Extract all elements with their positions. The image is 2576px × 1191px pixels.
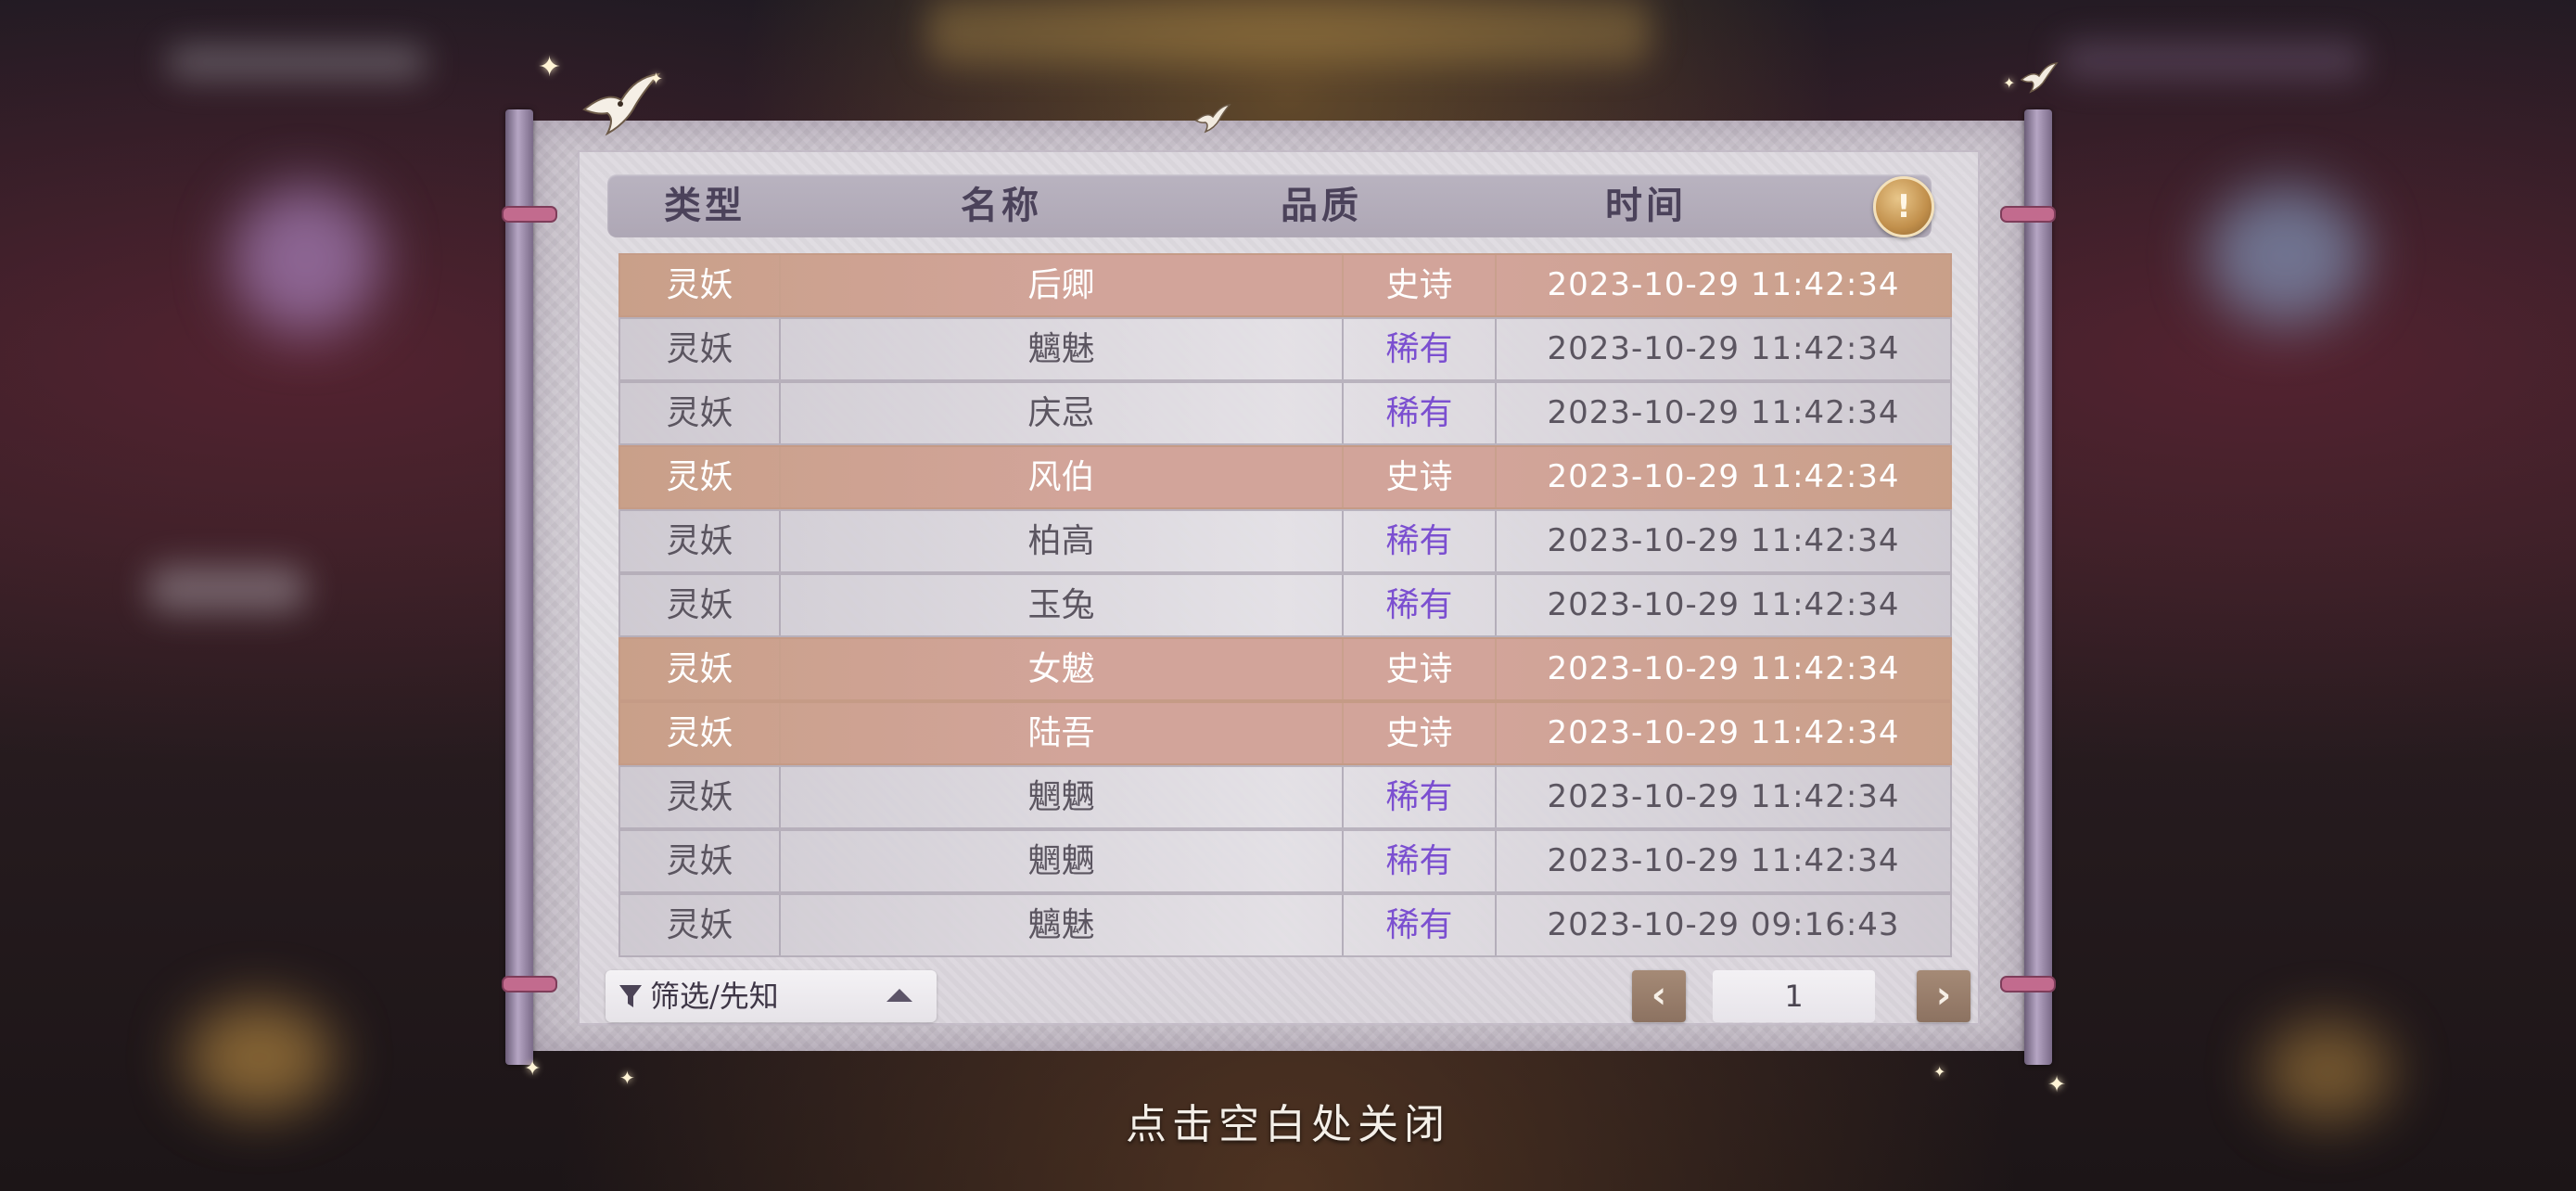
cell-name: 庆忌 — [781, 383, 1344, 443]
table-row: 灵妖 柏高 稀有 2023-10-29 11:42:34 — [618, 509, 1952, 573]
chevron-right-icon: › — [1935, 974, 1952, 1017]
table-row: 灵妖 魍魉 稀有 2023-10-29 11:42:34 — [618, 829, 1952, 893]
sparkle-icon: ✦ — [538, 51, 562, 83]
sparkle-icon: ✦ — [619, 1067, 635, 1089]
cell-type: 灵妖 — [620, 767, 781, 827]
cell-quality: 稀有 — [1344, 319, 1497, 379]
swallow-icon-right — [2020, 62, 2059, 94]
swallow-icon-small — [1194, 104, 1231, 134]
background-bar-top-right — [2059, 42, 2365, 79]
cell-quality: 史诗 — [1344, 255, 1497, 315]
cell-name: 柏高 — [781, 511, 1344, 571]
scroll-rod-right — [2024, 109, 2052, 1065]
cell-type: 灵妖 — [620, 511, 781, 571]
close-hint[interactable]: 点击空白处关闭 — [0, 1091, 2576, 1150]
next-page-button[interactable]: › — [1917, 970, 1970, 1022]
lightbulb-icon[interactable]: ! — [1873, 176, 1934, 237]
cell-name: 风伯 — [781, 447, 1344, 507]
cell-quality: 稀有 — [1344, 575, 1497, 635]
table-row: 灵妖 后卿 史诗 2023-10-29 11:42:34 — [618, 253, 1952, 317]
cell-name: 魑魅 — [781, 319, 1344, 379]
filter-label: 筛选/先知 — [650, 979, 779, 1014]
cell-quality: 史诗 — [1344, 639, 1497, 699]
table-header: 类型 名称 品质 时间 ! — [607, 174, 1934, 237]
cell-time: 2023-10-29 11:42:34 — [1547, 586, 1900, 623]
table-row: 灵妖 陆吾 史诗 2023-10-29 11:42:34 — [618, 701, 1952, 765]
header-quality: 品质 — [1281, 184, 1362, 227]
sparkle-icon: ✦ — [2003, 74, 2016, 92]
sparkle-icon: ✦ — [1933, 1063, 1946, 1081]
cell-quality: 稀有 — [1344, 511, 1497, 571]
rod-ring-bottom-right — [2000, 976, 2056, 992]
cell-type: 灵妖 — [620, 447, 781, 507]
cell-type: 灵妖 — [620, 383, 781, 443]
table-row: 灵妖 魑魅 稀有 2023-10-29 09:16:43 — [618, 893, 1952, 957]
table-row: 灵妖 女魃 史诗 2023-10-29 11:42:34 — [618, 637, 1952, 701]
cell-name: 玉兔 — [781, 575, 1344, 635]
sparkle-icon: ✦ — [649, 70, 664, 89]
page-number: 1 — [1713, 970, 1875, 1022]
chevron-left-icon: ‹ — [1651, 974, 1667, 1017]
cell-name: 陆吾 — [781, 703, 1344, 763]
cell-type: 灵妖 — [620, 703, 781, 763]
cell-name: 魍魉 — [781, 767, 1344, 827]
cell-time: 2023-10-29 11:42:34 — [1547, 650, 1900, 687]
cell-type: 灵妖 — [620, 575, 781, 635]
cell-time: 2023-10-29 11:42:34 — [1547, 714, 1900, 751]
cell-time: 2023-10-29 11:42:34 — [1547, 458, 1900, 495]
rod-ring-top-right — [2000, 206, 2056, 223]
cell-name: 魍魉 — [781, 831, 1344, 891]
cell-quality: 史诗 — [1344, 447, 1497, 507]
filter-dropdown[interactable]: 筛选/先知 — [606, 970, 937, 1022]
cell-time: 2023-10-29 11:42:34 — [1547, 778, 1900, 815]
header-time: 时间 — [1605, 184, 1687, 227]
background-bar-top-center — [927, 0, 1651, 65]
sparkle-icon: ✦ — [524, 1057, 542, 1081]
cell-time: 2023-10-29 09:16:43 — [1547, 906, 1900, 943]
table-row: 灵妖 庆忌 稀有 2023-10-29 11:42:34 — [618, 381, 1952, 445]
cell-name: 魑魅 — [781, 895, 1344, 955]
header-type: 类型 — [664, 184, 746, 227]
cell-quality: 稀有 — [1344, 895, 1497, 955]
cell-quality: 史诗 — [1344, 703, 1497, 763]
rod-ring-top-left — [502, 206, 557, 223]
background-glow-right — [2207, 186, 2365, 325]
cell-time: 2023-10-29 11:42:34 — [1547, 522, 1900, 559]
background-bar-mid-left — [148, 566, 306, 612]
cell-quality: 稀有 — [1344, 831, 1497, 891]
table-row: 灵妖 玉兔 稀有 2023-10-29 11:42:34 — [618, 573, 1952, 637]
cell-type: 灵妖 — [620, 895, 781, 955]
cell-type: 灵妖 — [620, 831, 781, 891]
prev-page-button[interactable]: ‹ — [1632, 970, 1686, 1022]
cell-name: 后卿 — [781, 255, 1344, 315]
cell-name: 女魃 — [781, 639, 1344, 699]
cell-time: 2023-10-29 11:42:34 — [1547, 330, 1900, 367]
table-row: 灵妖 风伯 史诗 2023-10-29 11:42:34 — [618, 445, 1952, 509]
cell-type: 灵妖 — [620, 255, 781, 315]
funnel-icon — [619, 985, 642, 1007]
cell-type: 灵妖 — [620, 319, 781, 379]
cell-type: 灵妖 — [620, 639, 781, 699]
scroll-rod-left — [505, 109, 533, 1065]
cell-time: 2023-10-29 11:42:34 — [1547, 266, 1900, 303]
chevron-up-icon — [886, 989, 912, 1002]
cell-quality: 稀有 — [1344, 383, 1497, 443]
header-name: 名称 — [961, 184, 1042, 227]
background-glow-left — [232, 186, 380, 334]
background-bar-top-left — [167, 46, 427, 78]
cell-quality: 稀有 — [1344, 767, 1497, 827]
cell-time: 2023-10-29 11:42:34 — [1547, 842, 1900, 879]
table-row: 灵妖 魑魅 稀有 2023-10-29 11:42:34 — [618, 317, 1952, 381]
table-row: 灵妖 魍魉 稀有 2023-10-29 11:42:34 — [618, 765, 1952, 829]
rod-ring-bottom-left — [502, 976, 557, 992]
cell-time: 2023-10-29 11:42:34 — [1547, 394, 1900, 431]
history-scroll-panel: 类型 名称 品质 时间 ! 灵妖 后卿 史诗 2023-10-29 11:42:34 灵… — [502, 109, 2056, 1065]
